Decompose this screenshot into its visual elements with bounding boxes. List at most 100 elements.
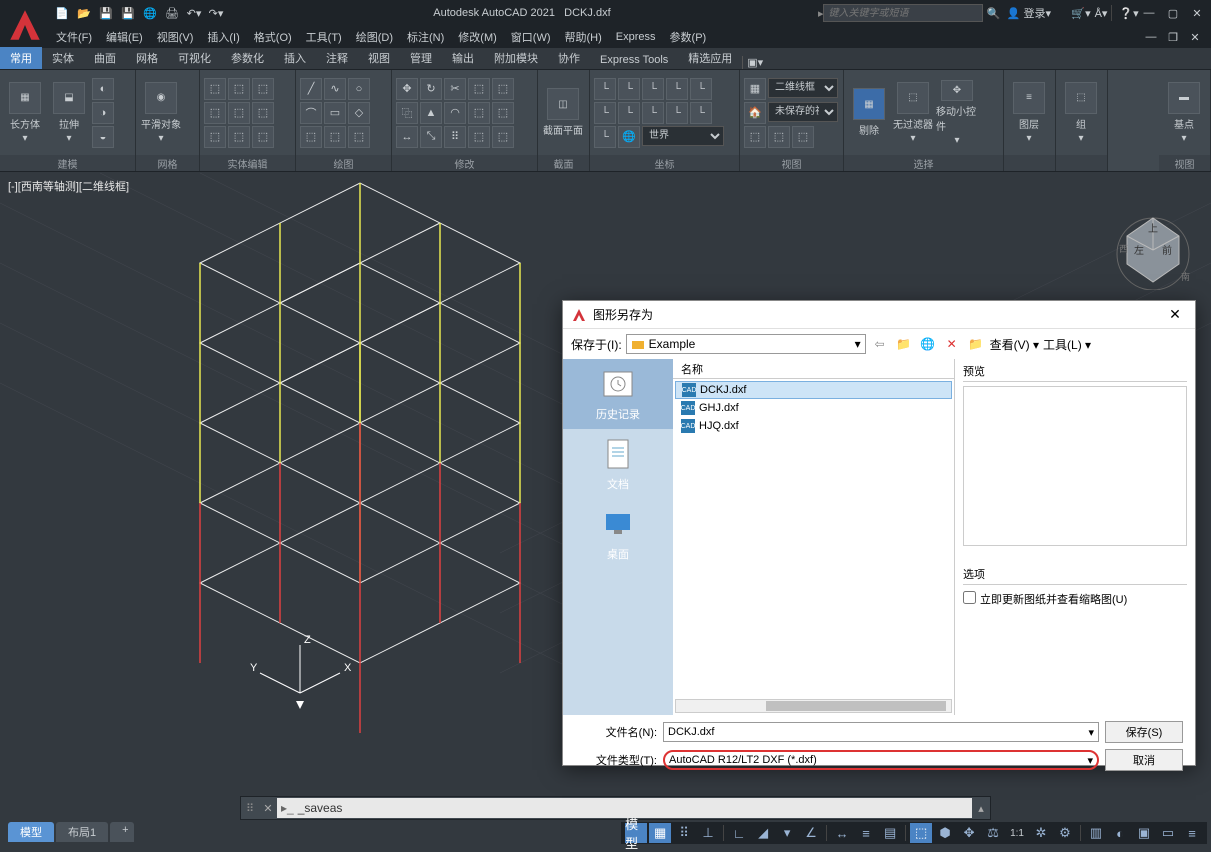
tab-model[interactable]: 模型 xyxy=(8,822,54,842)
track-icon[interactable]: ∠ xyxy=(800,823,822,843)
ribbon-tab-home[interactable]: 常用 xyxy=(0,47,42,69)
tran-icon[interactable]: ▤ xyxy=(879,823,901,843)
tool-icon[interactable]: ⬚ xyxy=(468,126,490,148)
ribbon-tab-mesh[interactable]: 网格 xyxy=(126,47,168,69)
ribbon-tab-parametric[interactable]: 参数化 xyxy=(221,47,274,69)
tool-icon[interactable]: ⬚ xyxy=(252,102,274,124)
ribbon-tab-express[interactable]: Express Tools xyxy=(590,51,678,69)
section-button[interactable]: ◫截面平面 xyxy=(542,80,584,146)
zoom-icon[interactable]: ✲ xyxy=(1030,823,1052,843)
ribbon-tab-insert[interactable]: 插入 xyxy=(274,47,316,69)
iso-icon[interactable]: ◢ xyxy=(752,823,774,843)
expand-icon[interactable]: ▴ xyxy=(972,802,990,815)
panel-title[interactable]: 绘图 xyxy=(296,155,391,171)
polyline-icon[interactable]: ∿ xyxy=(324,78,346,100)
fillet-icon[interactable]: ◠ xyxy=(444,102,466,124)
panel-title[interactable]: 视图 xyxy=(740,155,843,171)
saveas-icon[interactable]: 💾 xyxy=(118,3,138,23)
search-input[interactable] xyxy=(823,4,983,22)
tool-icon[interactable]: ◐ xyxy=(92,78,114,100)
iso2-icon[interactable]: ▣ xyxy=(1133,823,1155,843)
undo-icon[interactable]: ↶▾ xyxy=(184,3,204,23)
close-icon[interactable]: ✕ xyxy=(259,802,277,815)
tool-icon[interactable]: ⬚ xyxy=(744,126,766,148)
menu-modify[interactable]: 修改(M) xyxy=(452,27,503,47)
panel-title[interactable]: 建模 xyxy=(0,155,135,171)
tool-icon[interactable]: ⬚ xyxy=(468,102,490,124)
login-caret-icon[interactable]: ▾ xyxy=(1045,7,1051,20)
base-button[interactable]: ▬基点▾ xyxy=(1163,80,1205,146)
gizmo-button[interactable]: ✥移动小控件▾ xyxy=(936,80,978,146)
ucs-icon[interactable]: └ xyxy=(594,102,616,124)
close-button[interactable]: ✕ xyxy=(1187,3,1207,23)
tool-icon[interactable]: ⬚ xyxy=(792,126,814,148)
tools-menu[interactable]: 工具(L) ▾ xyxy=(1043,336,1091,353)
plot-icon[interactable]: 🖨 xyxy=(162,3,182,23)
user-icon[interactable]: 👤 xyxy=(1003,3,1023,23)
saved-view-select[interactable]: 未保存的视图 xyxy=(768,102,838,122)
save-icon[interactable]: 💾 xyxy=(96,3,116,23)
cart-icon[interactable]: 🛒▾ xyxy=(1071,3,1091,23)
panel-title[interactable]: 坐标 xyxy=(590,155,739,171)
vs-icon[interactable]: ▦ xyxy=(744,78,766,100)
tool-icon[interactable]: ⬚ xyxy=(492,78,514,100)
nofilter-button[interactable]: ⬚无过滤器▾ xyxy=(892,80,934,146)
grid-icon[interactable]: ▦ xyxy=(649,823,671,843)
ribbon-tab-collab[interactable]: 协作 xyxy=(548,47,590,69)
extrude-button[interactable]: ⬓拉伸▾ xyxy=(48,80,90,146)
ucs-icon[interactable]: └ xyxy=(594,78,616,100)
maximize-button[interactable]: ▢ xyxy=(1163,3,1183,23)
menu-insert[interactable]: 插入(I) xyxy=(201,27,245,47)
doc-minimize-button[interactable]: — xyxy=(1141,27,1161,47)
polar-icon[interactable]: ∟ xyxy=(728,823,750,843)
ucs-icon[interactable]: └ xyxy=(618,102,640,124)
web-icon[interactable]: 🌐 xyxy=(140,3,160,23)
osnap-icon[interactable]: ▾ xyxy=(776,823,798,843)
tab-layout1[interactable]: 布局1 xyxy=(56,822,108,842)
panel-title[interactable]: 实体编辑 xyxy=(200,155,295,171)
filetype-select[interactable]: AutoCAD R12/LT2 DXF (*.dxf)▾ xyxy=(663,750,1099,770)
clean-icon[interactable]: ▭ xyxy=(1157,823,1179,843)
menu-params[interactable]: 参数(P) xyxy=(664,27,713,47)
dialog-close-button[interactable]: ✕ xyxy=(1163,306,1187,323)
tool-icon[interactable]: ⬚ xyxy=(204,102,226,124)
hw-icon[interactable]: ◐ xyxy=(1109,823,1131,843)
app-logo[interactable] xyxy=(4,4,46,46)
doc-restore-button[interactable]: ❐ xyxy=(1163,27,1183,47)
ribbon-tab-addins[interactable]: 附加模块 xyxy=(484,47,548,69)
tab-add-button[interactable]: + xyxy=(110,822,134,842)
tool-icon[interactable]: ⬚ xyxy=(768,126,790,148)
tool-icon[interactable]: ⬚ xyxy=(228,102,250,124)
ucs-icon[interactable]: └ xyxy=(642,78,664,100)
delete-icon[interactable]: ✕ xyxy=(942,334,962,354)
ws-icon[interactable]: ▥ xyxy=(1085,823,1107,843)
horizontal-scrollbar[interactable] xyxy=(675,699,952,713)
ribbon-tab-manage[interactable]: 管理 xyxy=(400,47,442,69)
ribbon-tab-output[interactable]: 输出 xyxy=(442,47,484,69)
ribbon-tab-annotate[interactable]: 注释 xyxy=(316,47,358,69)
rotate-icon[interactable]: ↻ xyxy=(420,78,442,100)
filename-input[interactable]: DCKJ.dxf▾ xyxy=(663,722,1099,742)
file-row[interactable]: CADGHJ.dxf xyxy=(675,399,952,417)
ribbon-collapse-icon[interactable]: ▣▾ xyxy=(742,56,767,69)
lw-icon[interactable]: ≡ xyxy=(855,823,877,843)
menu-file[interactable]: 文件(F) xyxy=(50,27,98,47)
ucs-icon[interactable]: └ xyxy=(690,102,712,124)
sidebar-documents[interactable]: 文档 xyxy=(563,429,673,499)
redo-icon[interactable]: ↷▾ xyxy=(206,3,226,23)
view-menu[interactable]: 查看(V) ▾ xyxy=(990,336,1039,353)
login-label[interactable]: 登录 xyxy=(1023,5,1045,21)
panel-title[interactable]: 视图 xyxy=(1159,155,1210,171)
drag-handle-icon[interactable]: ⠿ xyxy=(241,802,259,815)
menu-edit[interactable]: 编辑(E) xyxy=(100,27,149,47)
menu-dimension[interactable]: 标注(N) xyxy=(401,27,450,47)
panel-title[interactable]: 选择 xyxy=(844,155,1003,171)
world-icon[interactable]: 🌐 xyxy=(618,126,640,148)
status-model[interactable]: 模型 xyxy=(625,823,647,843)
open-icon[interactable]: 📂 xyxy=(74,3,94,23)
tool-icon[interactable]: ◑ xyxy=(92,102,114,124)
web-icon[interactable]: 🌐 xyxy=(918,334,938,354)
search-icon[interactable]: 🔍 xyxy=(983,3,1003,23)
snap-icon[interactable]: ⠿ xyxy=(673,823,695,843)
mirror-icon[interactable]: ▲ xyxy=(420,102,442,124)
